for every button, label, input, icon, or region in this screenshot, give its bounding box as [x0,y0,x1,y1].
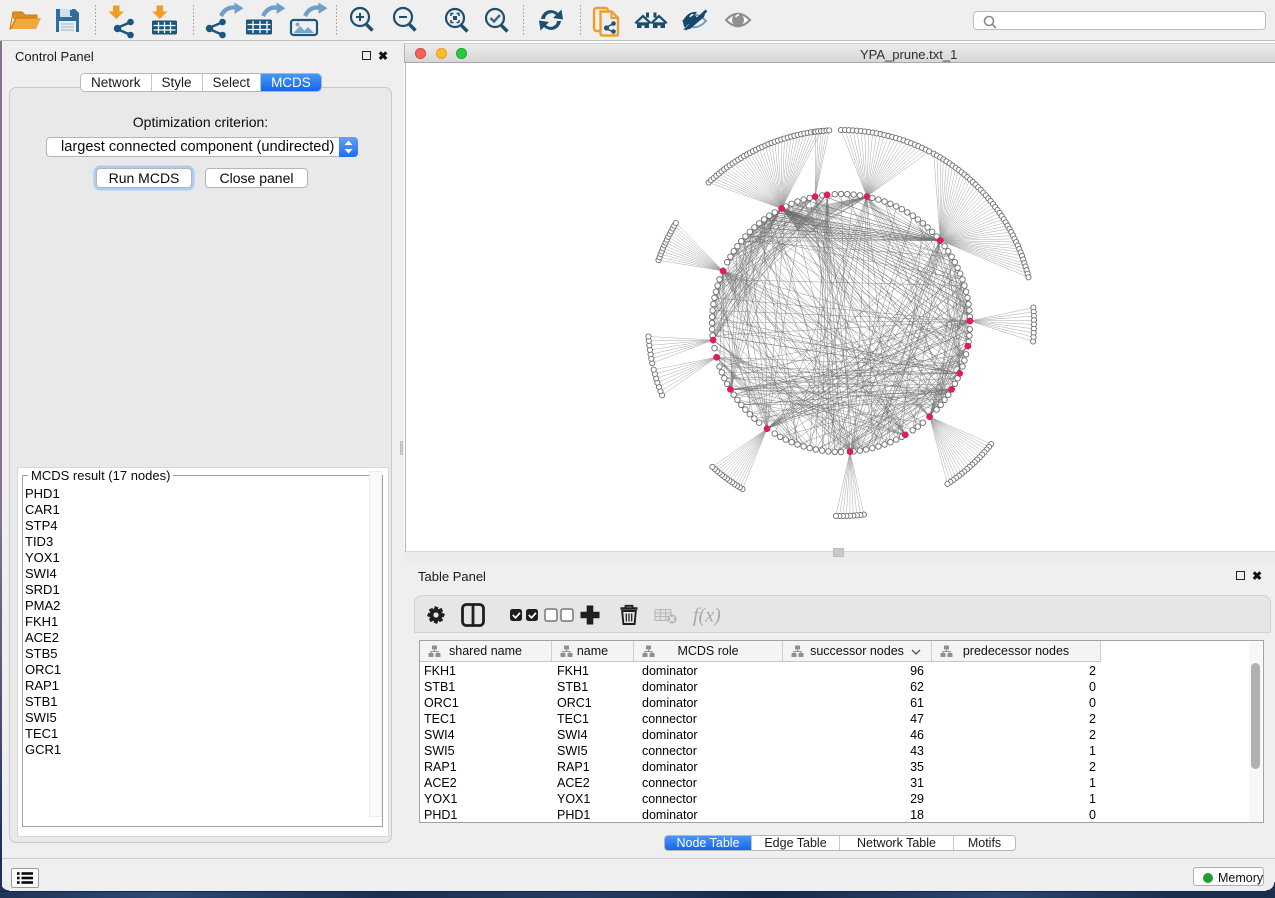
svg-text:f(x): f(x) [693,605,721,627]
